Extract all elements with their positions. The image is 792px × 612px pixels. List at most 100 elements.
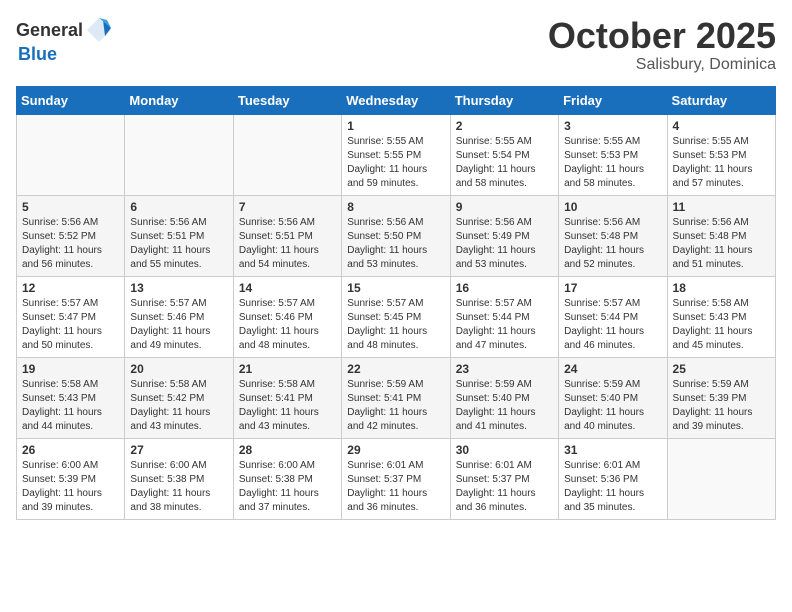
calendar-cell: 8 Sunrise: 5:56 AMSunset: 5:50 PMDaylight…: [342, 195, 450, 276]
day-number: 12: [22, 281, 119, 295]
calendar-cell: 17 Sunrise: 5:57 AMSunset: 5:44 PMDayligh…: [559, 276, 667, 357]
location: Salisbury, Dominica: [548, 56, 776, 74]
day-number: 3: [564, 119, 661, 133]
calendar-cell: [233, 114, 341, 195]
day-number: 6: [130, 200, 227, 214]
calendar-cell: [125, 114, 233, 195]
week-row-1: 1Sunrise: 5:55 AMSunset: 5:55 PMDaylight…: [17, 114, 776, 195]
calendar-cell: 30 Sunrise: 6:01 AMSunset: 5:37 PMDayligh…: [450, 438, 558, 519]
day-number: 28: [239, 443, 336, 457]
day-info: Sunrise: 6:01 AMSunset: 5:37 PMDaylight:…: [347, 459, 444, 515]
day-info: Sunrise: 5:58 AMSunset: 5:43 PMDaylight:…: [673, 297, 770, 353]
calendar-cell: 16 Sunrise: 5:57 AMSunset: 5:44 PMDayligh…: [450, 276, 558, 357]
logo: General Blue: [16, 16, 113, 65]
day-info: Sunrise: 5:56 AMSunset: 5:51 PMDaylight:…: [130, 216, 227, 272]
day-info: Sunrise: 5:57 AMSunset: 5:45 PMDaylight:…: [347, 297, 444, 353]
day-info: Sunrise: 5:56 AMSunset: 5:52 PMDaylight:…: [22, 216, 119, 272]
day-info: Sunrise: 5:56 AMSunset: 5:51 PMDaylight:…: [239, 216, 336, 272]
day-info: Sunrise: 6:00 AMSunset: 5:39 PMDaylight:…: [22, 459, 119, 515]
calendar-cell: 14 Sunrise: 5:57 AMSunset: 5:46 PMDayligh…: [233, 276, 341, 357]
calendar-cell: 29 Sunrise: 6:01 AMSunset: 5:37 PMDayligh…: [342, 438, 450, 519]
calendar-cell: 3 Sunrise: 5:55 AMSunset: 5:53 PMDaylight…: [559, 114, 667, 195]
calendar-cell: 19Sunrise: 5:58 AMSunset: 5:43 PMDayligh…: [17, 357, 125, 438]
day-info: Sunrise: 5:56 AMSunset: 5:50 PMDaylight:…: [347, 216, 444, 272]
calendar-cell: 24 Sunrise: 5:59 AMSunset: 5:40 PMDayligh…: [559, 357, 667, 438]
day-info: Sunrise: 5:58 AMSunset: 5:41 PMDaylight:…: [239, 378, 336, 434]
logo-general: General: [16, 20, 83, 41]
day-info: Sunrise: 5:59 AMSunset: 5:41 PMDaylight:…: [347, 378, 444, 434]
day-number: 21: [239, 362, 336, 376]
calendar-cell: 5 Sunrise: 5:56 AMSunset: 5:52 PMDaylight…: [17, 195, 125, 276]
day-number: 30: [456, 443, 553, 457]
month-title: October 2025: [548, 16, 776, 56]
calendar-cell: 31 Sunrise: 6:01 AMSunset: 5:36 PMDayligh…: [559, 438, 667, 519]
weekday-header-sunday: Sunday: [17, 86, 125, 114]
logo-blue: Blue: [18, 44, 57, 64]
day-number: 4: [673, 119, 770, 133]
day-info: Sunrise: 5:59 AMSunset: 5:40 PMDaylight:…: [564, 378, 661, 434]
calendar-cell: 13Sunrise: 5:57 AMSunset: 5:46 PMDayligh…: [125, 276, 233, 357]
day-number: 8: [347, 200, 444, 214]
weekday-header-saturday: Saturday: [667, 86, 775, 114]
day-number: 9: [456, 200, 553, 214]
day-number: 17: [564, 281, 661, 295]
weekday-header-friday: Friday: [559, 86, 667, 114]
week-row-3: 12 Sunrise: 5:57 AMSunset: 5:47 PMDayligh…: [17, 276, 776, 357]
day-info: Sunrise: 5:56 AMSunset: 5:48 PMDaylight:…: [673, 216, 770, 272]
weekday-header-row: SundayMondayTuesdayWednesdayThursdayFrid…: [17, 86, 776, 114]
day-number: 13: [130, 281, 227, 295]
day-info: Sunrise: 6:00 AMSunset: 5:38 PMDaylight:…: [130, 459, 227, 515]
day-number: 25: [673, 362, 770, 376]
day-info: Sunrise: 5:57 AMSunset: 5:44 PMDaylight:…: [456, 297, 553, 353]
calendar-cell: 21 Sunrise: 5:58 AMSunset: 5:41 PMDayligh…: [233, 357, 341, 438]
calendar-cell: 2Sunrise: 5:55 AMSunset: 5:54 PMDaylight…: [450, 114, 558, 195]
calendar-cell: 6 Sunrise: 5:56 AMSunset: 5:51 PMDaylight…: [125, 195, 233, 276]
weekday-header-monday: Monday: [125, 86, 233, 114]
logo-icon: [85, 16, 113, 44]
day-info: Sunrise: 5:58 AMSunset: 5:43 PMDaylight:…: [22, 378, 119, 434]
day-info: Sunrise: 5:56 AMSunset: 5:48 PMDaylight:…: [564, 216, 661, 272]
day-number: 31: [564, 443, 661, 457]
calendar-cell: 1Sunrise: 5:55 AMSunset: 5:55 PMDaylight…: [342, 114, 450, 195]
weekday-header-thursday: Thursday: [450, 86, 558, 114]
calendar-cell: 20Sunrise: 5:58 AMSunset: 5:42 PMDayligh…: [125, 357, 233, 438]
calendar-cell: [667, 438, 775, 519]
day-info: Sunrise: 5:55 AMSunset: 5:55 PMDaylight:…: [347, 135, 444, 191]
calendar-cell: 4 Sunrise: 5:55 AMSunset: 5:53 PMDaylight…: [667, 114, 775, 195]
day-info: Sunrise: 6:01 AMSunset: 5:36 PMDaylight:…: [564, 459, 661, 515]
calendar-cell: 26 Sunrise: 6:00 AMSunset: 5:39 PMDayligh…: [17, 438, 125, 519]
day-number: 27: [130, 443, 227, 457]
day-number: 24: [564, 362, 661, 376]
calendar-cell: 27 Sunrise: 6:00 AMSunset: 5:38 PMDayligh…: [125, 438, 233, 519]
day-number: 29: [347, 443, 444, 457]
weekday-header-wednesday: Wednesday: [342, 86, 450, 114]
title-block: October 2025 Salisbury, Dominica: [548, 16, 776, 74]
week-row-2: 5 Sunrise: 5:56 AMSunset: 5:52 PMDaylight…: [17, 195, 776, 276]
day-info: Sunrise: 5:55 AMSunset: 5:53 PMDaylight:…: [564, 135, 661, 191]
day-number: 15: [347, 281, 444, 295]
calendar-cell: 12 Sunrise: 5:57 AMSunset: 5:47 PMDayligh…: [17, 276, 125, 357]
day-number: 20: [130, 362, 227, 376]
day-number: 5: [22, 200, 119, 214]
day-info: Sunrise: 6:01 AMSunset: 5:37 PMDaylight:…: [456, 459, 553, 515]
day-info: Sunrise: 5:59 AMSunset: 5:40 PMDaylight:…: [456, 378, 553, 434]
calendar-cell: 22Sunrise: 5:59 AMSunset: 5:41 PMDayligh…: [342, 357, 450, 438]
day-number: 11: [673, 200, 770, 214]
day-info: Sunrise: 5:57 AMSunset: 5:47 PMDaylight:…: [22, 297, 119, 353]
day-info: Sunrise: 5:57 AMSunset: 5:46 PMDaylight:…: [239, 297, 336, 353]
calendar-cell: 25 Sunrise: 5:59 AMSunset: 5:39 PMDayligh…: [667, 357, 775, 438]
weekday-header-tuesday: Tuesday: [233, 86, 341, 114]
day-number: 14: [239, 281, 336, 295]
day-info: Sunrise: 5:57 AMSunset: 5:44 PMDaylight:…: [564, 297, 661, 353]
calendar-cell: 11 Sunrise: 5:56 AMSunset: 5:48 PMDayligh…: [667, 195, 775, 276]
day-number: 7: [239, 200, 336, 214]
day-info: Sunrise: 5:55 AMSunset: 5:54 PMDaylight:…: [456, 135, 553, 191]
week-row-5: 26 Sunrise: 6:00 AMSunset: 5:39 PMDayligh…: [17, 438, 776, 519]
day-number: 26: [22, 443, 119, 457]
calendar-cell: 15 Sunrise: 5:57 AMSunset: 5:45 PMDayligh…: [342, 276, 450, 357]
day-number: 16: [456, 281, 553, 295]
calendar-cell: 9Sunrise: 5:56 AMSunset: 5:49 PMDaylight…: [450, 195, 558, 276]
day-info: Sunrise: 5:55 AMSunset: 5:53 PMDaylight:…: [673, 135, 770, 191]
calendar: SundayMondayTuesdayWednesdayThursdayFrid…: [16, 86, 776, 520]
day-info: Sunrise: 5:59 AMSunset: 5:39 PMDaylight:…: [673, 378, 770, 434]
